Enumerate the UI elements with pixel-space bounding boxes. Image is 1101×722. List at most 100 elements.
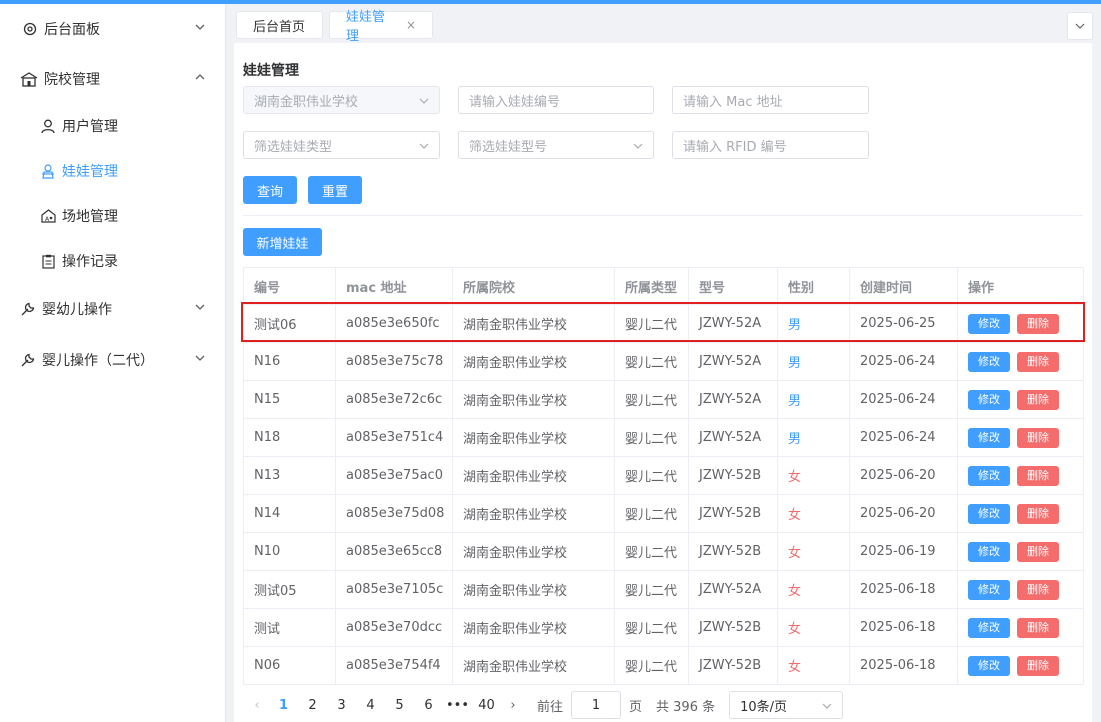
page-number[interactable]: 2 [298,698,327,713]
table-row: N14 a085e3e75d08 湖南金职伟业学校 婴儿二代 JZWY-52B 女 2025… [243,494,1084,533]
doll-type-select[interactable]: 筛选娃娃类型 [243,131,440,159]
edit-button[interactable]: 修改 [968,579,1010,600]
sidebar-item-infant-operation-gen2[interactable]: 婴儿操作（二代） [0,340,226,380]
mac-address-input[interactable]: 请输入 Mac 地址 [672,86,869,114]
school-icon [20,71,38,87]
cell-school: 湖南金职伟业学校 [452,646,615,685]
sidebar: 后台面板 院校管理 用户管理 娃娃管理 A 场地管理 操作记录 婴幼儿操作 婴儿… [0,4,226,722]
cell-school: 湖南金职伟业学校 [452,456,615,495]
venue-icon: A [40,208,56,224]
sidebar-item-school-management[interactable]: 院校管理 [0,59,226,99]
page-size-value: 10条/页 [740,699,788,715]
more-pages-icon[interactable]: ••• [443,698,472,713]
doll-model-select[interactable]: 筛选娃娃型号 [458,131,654,159]
page-number[interactable]: 40 [472,698,501,713]
page-size-select[interactable]: 10条/页 [729,691,844,719]
edit-button[interactable]: 修改 [968,389,1010,410]
sidebar-item-users[interactable]: 用户管理 [0,106,226,146]
cell-actions: 修改 删除 [957,380,1084,419]
cell-type: 婴儿二代 [614,304,689,343]
edit-button[interactable]: 修改 [968,427,1010,448]
edit-button[interactable]: 修改 [968,541,1010,562]
wrench-icon [20,352,36,368]
table-row: N18 a085e3e751c4 湖南金职伟业学校 婴儿二代 JZWY-52A 男 2025… [243,418,1084,457]
next-page-icon[interactable]: › [501,698,525,713]
delete-button[interactable]: 删除 [1017,351,1059,372]
cell-model: JZWY-52B [688,456,778,495]
delete-button[interactable]: 删除 [1017,389,1059,410]
edit-button[interactable]: 修改 [968,465,1010,486]
doll-icon [40,163,56,179]
page-number[interactable]: 6 [414,698,443,713]
page-number[interactable]: 1 [269,698,298,713]
delete-button[interactable]: 删除 [1017,427,1059,448]
prev-page-icon[interactable]: ‹ [245,698,269,713]
cell-type: 婴儿二代 [614,646,689,685]
delete-button[interactable]: 删除 [1017,655,1059,676]
reset-button[interactable]: 重置 [308,176,362,204]
edit-button[interactable]: 修改 [968,655,1010,676]
delete-button[interactable]: 删除 [1017,579,1059,600]
dashboard-icon [22,21,38,37]
cell-no: 测试05 [243,570,336,609]
sidebar-item-dolls[interactable]: 娃娃管理 [0,151,226,191]
column-header: 编号 [243,267,336,305]
tab-label: 娃娃管理 [346,10,386,44]
edit-button[interactable]: 修改 [968,503,1010,524]
cell-no: N18 [243,418,336,457]
cell-type: 婴儿二代 [614,456,689,495]
user-icon [40,118,56,134]
query-button[interactable]: 查询 [243,176,297,204]
page-number[interactable]: 3 [327,698,356,713]
cell-actions: 修改 删除 [957,304,1084,343]
cell-actions: 修改 删除 [957,646,1084,685]
doll-number-input[interactable]: 请输入娃娃编号 [458,86,654,114]
delete-button[interactable]: 删除 [1017,313,1059,334]
rfid-input[interactable]: 请输入 RFID 编号 [672,131,869,159]
tabs-bar: 后台首页 娃娃管理 × [226,4,1101,44]
cell-gender: 男 [777,342,850,381]
sidebar-item-label: 后台面板 [44,22,100,38]
delete-button[interactable]: 删除 [1017,541,1059,562]
cell-school: 湖南金职伟业学校 [452,532,615,571]
total-count: 共 396 条 [656,699,716,715]
delete-button[interactable]: 删除 [1017,465,1059,486]
pagination: ‹ 1 2 3 4 5 6 ••• 40 › 前往 1 页 共 396 条 10… [245,690,844,720]
sidebar-item-label: 用户管理 [62,119,118,135]
mac-address-placeholder: 请输入 Mac 地址 [683,94,783,110]
close-icon[interactable]: × [406,18,416,32]
school-select[interactable]: 湖南金职伟业学校 [243,86,440,114]
column-header: 创建时间 [849,267,958,305]
sidebar-item-operation-log[interactable]: 操作记录 [0,241,226,281]
cell-model: JZWY-52A [688,342,778,381]
cell-type: 婴儿二代 [614,418,689,457]
edit-button[interactable]: 修改 [968,351,1010,372]
cell-created: 2025-06-20 [849,456,958,495]
cell-mac: a085e3e75ac0 [335,456,453,495]
sidebar-item-label: 婴儿操作（二代） [42,353,154,369]
sidebar-item-dashboard[interactable]: 后台面板 [0,9,226,49]
sidebar-item-infant-operation[interactable]: 婴幼儿操作 [0,289,226,329]
table-row: 测试06 a085e3e650fc 湖南金职伟业学校 婴儿二代 JZWY-52A 男 202… [243,304,1084,343]
goto-page-input[interactable]: 1 [571,691,622,719]
cell-gender: 男 [777,380,850,419]
cell-model: JZWY-52B [688,494,778,533]
tabs-dropdown-button[interactable] [1067,12,1093,40]
delete-button[interactable]: 删除 [1017,617,1059,638]
add-doll-button[interactable]: 新增娃娃 [243,228,322,256]
page-number[interactable]: 4 [356,698,385,713]
page-number[interactable]: 5 [385,698,414,713]
cell-actions: 修改 删除 [957,342,1084,381]
cell-no: N06 [243,646,336,685]
cell-school: 湖南金职伟业学校 [452,494,615,533]
tab-doll-management[interactable]: 娃娃管理 × [329,10,433,44]
edit-button[interactable]: 修改 [968,313,1010,334]
table-row: N16 a085e3e75c78 湖南金职伟业学校 婴儿二代 JZWY-52A 男 2025… [243,342,1084,381]
page-title: 娃娃管理 [243,63,299,79]
edit-button[interactable]: 修改 [968,617,1010,638]
cell-model: JZWY-52B [688,532,778,571]
delete-button[interactable]: 删除 [1017,503,1059,524]
sidebar-item-venues[interactable]: A 场地管理 [0,196,226,236]
cell-model: JZWY-52A [688,380,778,419]
tab-home[interactable]: 后台首页 [236,11,323,39]
